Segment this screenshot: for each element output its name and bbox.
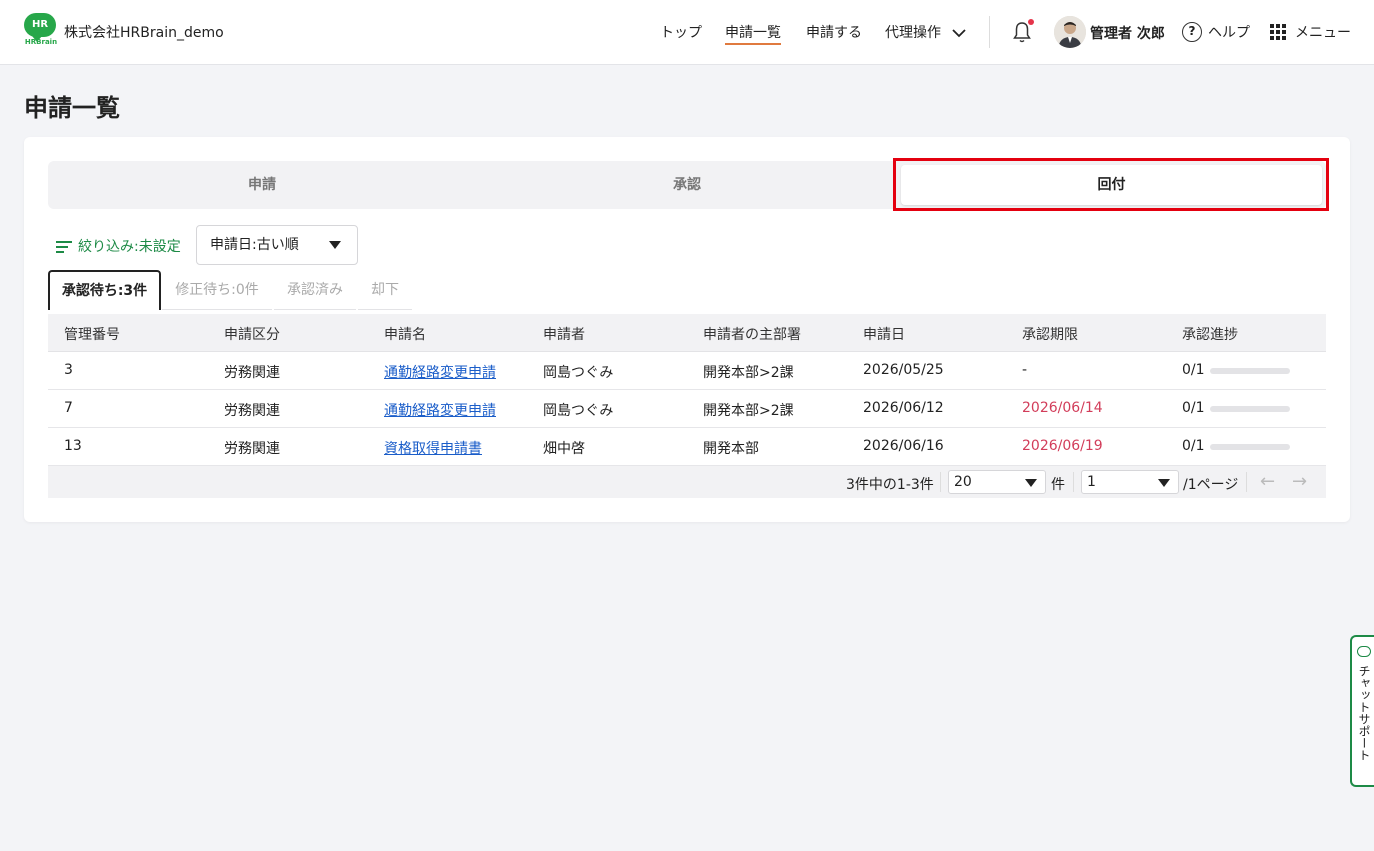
cell-progress: 0/1 — [1182, 400, 1205, 416]
caret-down-icon — [1158, 479, 1170, 487]
cell-date: 2026/06/12 — [863, 400, 944, 416]
request-name-link[interactable]: 通勤経路変更申請 — [384, 365, 496, 381]
pager-summary: 3件中の1-3件 — [846, 477, 934, 493]
page-value: 1 — [1087, 474, 1096, 490]
notification-dot — [1028, 19, 1034, 25]
hrbrain-logo[interactable]: HR HRBrain — [24, 13, 58, 46]
filter-label: 絞り込み:未設定 — [78, 239, 181, 255]
cell-name: 通勤経路変更申請 — [384, 362, 496, 382]
tab-waiting-approval[interactable]: 承認待ち:3件 — [48, 270, 161, 310]
col-header-category: 申請区分 — [224, 327, 280, 343]
logo-subtext: HRBrain — [24, 38, 58, 46]
cell-progress: 0/1 — [1182, 362, 1205, 378]
table-row[interactable]: 13 労務関連 資格取得申請書 畑中啓 開発本部 2026/06/16 2026… — [48, 428, 1326, 466]
top-header: HR HRBrain 株式会社HRBrain_demo トップ 申請一覧 申請す… — [0, 0, 1374, 65]
cell-id: 13 — [64, 438, 82, 454]
cell-dept: 開発本部 — [703, 441, 759, 457]
tab-rejected[interactable]: 却下 — [358, 270, 412, 310]
cell-name: 通勤経路変更申請 — [384, 400, 496, 420]
cell-dept: 開発本部>2課 — [703, 403, 794, 419]
pagination-bar: 3件中の1-3件 20 件 1 /1ページ ← → — [48, 466, 1326, 498]
nav-request-list[interactable]: 申請一覧 — [725, 22, 781, 45]
help-icon[interactable]: ? — [1182, 22, 1202, 42]
col-header-deadline: 承認期限 — [1022, 327, 1078, 343]
request-name-link[interactable]: 資格取得申請書 — [384, 441, 482, 457]
nav-proxy-label: 代理操作 — [885, 25, 941, 41]
col-header-date: 申請日 — [863, 327, 905, 343]
page-total: /1ページ — [1183, 477, 1239, 493]
user-name[interactable]: 管理者 次郎 — [1090, 23, 1165, 43]
cell-category: 労務関連 — [224, 403, 280, 419]
pager-divider — [1073, 472, 1074, 492]
prev-page-arrow-icon[interactable]: ← — [1260, 471, 1275, 492]
cell-dept: 開発本部>2課 — [703, 365, 794, 381]
page-title: 申請一覧 — [24, 94, 120, 122]
cell-id: 3 — [64, 362, 73, 378]
app-grid-icon[interactable] — [1270, 24, 1286, 40]
cell-name: 資格取得申請書 — [384, 438, 482, 458]
col-header-id: 管理番号 — [64, 327, 120, 343]
progress-bar — [1210, 368, 1290, 374]
nav-top[interactable]: トップ — [660, 22, 702, 42]
cell-applicant: 岡島つぐみ — [543, 365, 614, 381]
table-row[interactable]: 7 労務関連 通勤経路変更申請 岡島つぐみ 開発本部>2課 2026/06/12… — [48, 390, 1326, 428]
sort-select[interactable]: 申請日:古い順 — [196, 225, 358, 265]
page-select[interactable]: 1 — [1081, 470, 1179, 494]
highlight-box — [893, 158, 1329, 211]
logo-bubble: HR — [24, 13, 56, 42]
chat-bubble-icon — [1357, 646, 1371, 657]
progress-bar — [1210, 444, 1290, 450]
col-header-applicant: 申請者 — [543, 327, 585, 343]
filter-button[interactable]: 絞り込み:未設定 — [56, 236, 181, 256]
per-page-select[interactable]: 20 — [948, 470, 1046, 494]
request-name-link[interactable]: 通勤経路変更申請 — [384, 403, 496, 419]
cell-progress: 0/1 — [1182, 438, 1205, 454]
nav-apply[interactable]: 申請する — [806, 22, 862, 42]
col-header-name: 申請名 — [384, 327, 426, 343]
header-divider — [989, 16, 990, 48]
cell-id: 7 — [64, 400, 73, 416]
avatar[interactable] — [1054, 16, 1086, 48]
tab-waiting-revision[interactable]: 修正待ち:0件 — [162, 270, 272, 310]
progress-bar — [1210, 406, 1290, 412]
menu-link[interactable]: メニュー — [1295, 22, 1351, 42]
chat-support-label: チャットサポート — [1357, 665, 1371, 761]
chevron-down-icon — [952, 29, 967, 38]
table-row[interactable]: 3 労務関連 通勤経路変更申請 岡島つぐみ 開発本部>2課 2026/05/25… — [48, 352, 1326, 390]
segment-apply[interactable]: 申請 — [48, 161, 476, 209]
caret-down-icon — [1025, 479, 1037, 487]
chat-support-button[interactable]: チャットサポート — [1350, 635, 1374, 787]
cell-category: 労務関連 — [224, 365, 280, 381]
table-header: 管理番号 申請区分 申請名 申請者 申請者の主部署 申請日 承認期限 承認進捗 — [48, 314, 1326, 352]
help-link[interactable]: ヘルプ — [1208, 22, 1250, 42]
cell-applicant: 岡島つぐみ — [543, 403, 614, 419]
avatar-person-icon — [1054, 16, 1086, 48]
filter-lines-icon — [56, 240, 72, 254]
cell-deadline: - — [1022, 362, 1028, 378]
cell-deadline: 2026/06/19 — [1022, 438, 1103, 454]
segment-approve[interactable]: 承認 — [474, 161, 900, 209]
per-page-unit: 件 — [1051, 477, 1065, 493]
nav-proxy-operation[interactable]: 代理操作 — [885, 22, 967, 42]
col-header-progress: 承認進捗 — [1182, 327, 1238, 343]
per-page-value: 20 — [954, 474, 972, 490]
company-name: 株式会社HRBrain_demo — [64, 25, 224, 41]
pager-divider — [940, 472, 941, 492]
pager-divider — [1246, 472, 1247, 492]
tab-approved[interactable]: 承認済み — [274, 270, 356, 310]
next-page-arrow-icon[interactable]: → — [1292, 471, 1307, 492]
sort-value: 申請日:古い順 — [210, 237, 299, 253]
col-header-dept: 申請者の主部署 — [703, 327, 801, 343]
cell-applicant: 畑中啓 — [543, 441, 585, 457]
cell-date: 2026/05/25 — [863, 362, 944, 378]
caret-down-icon — [329, 241, 341, 249]
cell-deadline: 2026/06/14 — [1022, 400, 1103, 416]
cell-category: 労務関連 — [224, 441, 280, 457]
cell-date: 2026/06/16 — [863, 438, 944, 454]
